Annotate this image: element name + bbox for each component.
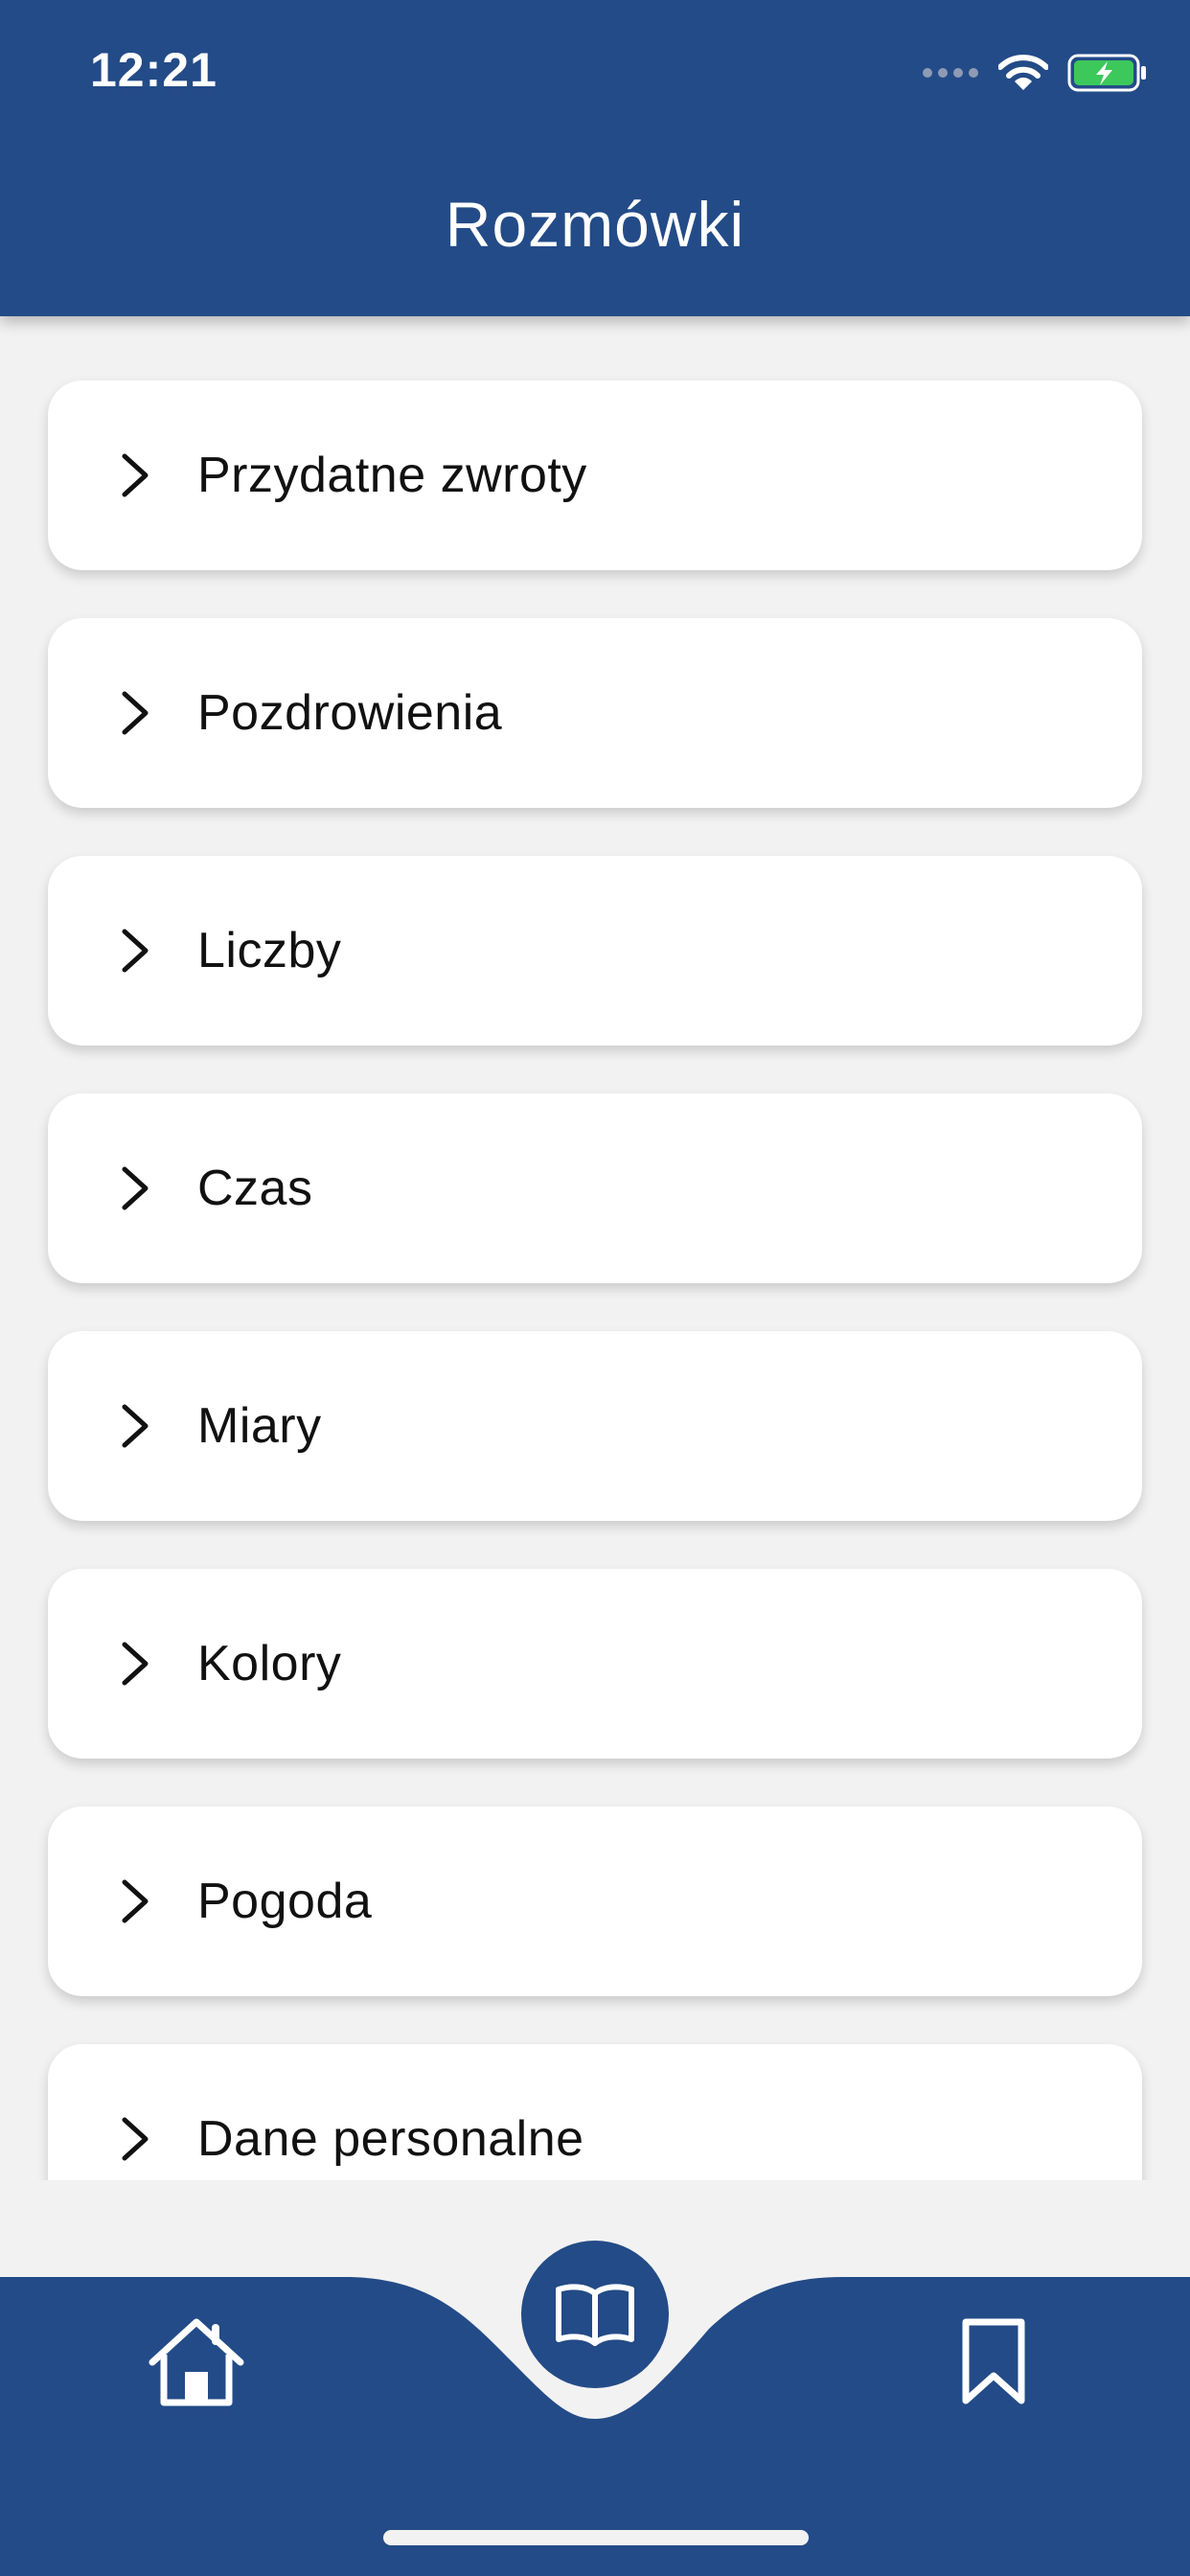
- chevron-right-icon: [122, 1642, 149, 1686]
- wifi-icon: [998, 55, 1048, 90]
- nav-home-button[interactable]: [144, 2310, 249, 2415]
- category-item-pozdrowienia[interactable]: Pozdrowienia: [48, 618, 1142, 808]
- battery-charging-icon: [1067, 54, 1146, 92]
- open-book-icon: [556, 2284, 634, 2346]
- chevron-right-icon: [122, 2117, 149, 2161]
- category-label: Dane personalne: [197, 2111, 584, 2167]
- category-label: Pozdrowienia: [197, 685, 503, 741]
- nav-phrasebook-button[interactable]: [521, 2241, 669, 2388]
- category-item-kolory[interactable]: Kolory: [48, 1569, 1142, 1759]
- bookmark-icon: [962, 2318, 1025, 2404]
- category-label: Czas: [197, 1161, 313, 1216]
- category-label: Liczby: [197, 923, 342, 978]
- chevron-right-icon: [122, 929, 149, 973]
- category-item-miary[interactable]: Miary: [48, 1331, 1142, 1521]
- app-header: 12:21 Rozmówki: [0, 0, 1190, 316]
- chevron-right-icon: [122, 1879, 149, 1923]
- chevron-right-icon: [122, 453, 149, 497]
- nav-bookmarks-button[interactable]: [941, 2310, 1046, 2415]
- bottom-navigation-bar: [0, 2204, 1190, 2576]
- category-label: Przydatne zwroty: [197, 448, 587, 503]
- cellular-signal-icon: [923, 68, 978, 78]
- category-item-przydatne-zwroty[interactable]: Przydatne zwroty: [48, 380, 1142, 570]
- status-bar-icons: [922, 48, 1148, 98]
- category-label: Miary: [197, 1398, 322, 1454]
- category-label: Pogoda: [197, 1874, 373, 1929]
- category-item-czas[interactable]: Czas: [48, 1093, 1142, 1283]
- category-item-pogoda[interactable]: Pogoda: [48, 1806, 1142, 1996]
- category-item-liczby[interactable]: Liczby: [48, 856, 1142, 1046]
- category-list-viewport[interactable]: Przydatne zwroty Pozdrowienia Liczby Cza…: [0, 316, 1190, 2180]
- page-title: Rozmówki: [445, 189, 745, 260]
- category-item-dane-personalne[interactable]: Dane personalne: [48, 2044, 1142, 2180]
- home-icon: [149, 2318, 244, 2406]
- chevron-right-icon: [122, 1404, 149, 1448]
- home-indicator[interactable]: [383, 2530, 809, 2545]
- status-bar-time: 12:21: [90, 43, 217, 97]
- category-list: Przydatne zwroty Pozdrowienia Liczby Cza…: [48, 380, 1142, 2180]
- category-label: Kolory: [197, 1636, 342, 1691]
- chevron-right-icon: [122, 1166, 149, 1210]
- chevron-right-icon: [122, 691, 149, 735]
